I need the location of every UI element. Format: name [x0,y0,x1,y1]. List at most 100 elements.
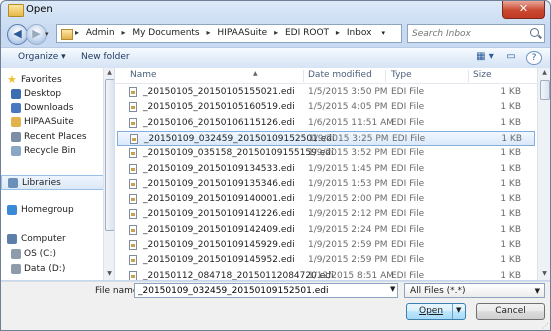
column-header-size[interactable]: Size [473,70,491,80]
column-divider[interactable] [468,70,469,82]
change-view-button[interactable]: ▦ ▾ [473,51,497,65]
back-button[interactable]: ◀ [7,24,28,45]
table-row[interactable]: _20150109_20150109141226.edi 1/9/2015 2:1… [117,207,535,222]
breadcrumb-admin[interactable]: Admin [86,28,115,38]
window-title: Open [26,4,53,15]
table-row[interactable]: _20150109_20150109140001.edi 1/9/2015 2:0… [117,192,535,207]
sidebar-item-label: HIPAASuite [24,117,74,127]
breadcrumb-separator-icon[interactable]: ▸ [75,28,79,37]
sidebar-item-drive-d[interactable]: Data (D:) [1,262,105,277]
table-row[interactable]: _20150112_084718_20150112084720.edi 1/12/… [117,269,535,280]
close-button[interactable]: ✕ [502,1,545,19]
file-list: Name ▲ Date modified Type Size ▲ ▼ _2015… [115,68,550,280]
sidebar-item-recycle-bin[interactable]: Recycle Bin [1,144,105,159]
sidebar-item-drive-c[interactable]: OS (C:) [1,247,105,262]
sidebar-item-desktop[interactable]: Desktop [1,87,105,102]
cell-date: 1/9/2015 2:24 PM [308,224,388,235]
column-header-type[interactable]: Type [391,70,412,80]
sidebar-item-folder[interactable]: HIPAASuite [1,115,105,130]
cell-date: 1/5/2015 3:50 PM [308,87,388,97]
sidebar-item-label: Libraries [22,178,61,188]
edi-file-icon [129,240,137,250]
sidebar-item-star[interactable]: ★ Favorites [1,73,105,88]
column-headers: Name ▲ Date modified Type Size [115,68,537,84]
scroll-up-icon[interactable]: ▲ [540,69,549,78]
sidebar-item-recent-places[interactable]: Recent Places [1,130,105,145]
scrollbar-thumb[interactable] [105,79,114,231]
breadcrumb-my-documents[interactable]: My Documents [132,28,199,38]
table-row[interactable]: _20150109_20150109142409.edi 1/9/2015 2:2… [117,223,535,238]
edi-file-icon [129,209,137,220]
cell-date: 1/9/2015 1:53 PM [308,178,388,189]
sidebar-item-computer[interactable]: Computer [1,232,105,247]
recycle-bin-icon [11,146,21,156]
sidebar-item-label: Favorites [21,75,62,85]
column-divider[interactable] [385,70,386,82]
breadcrumb-separator-icon[interactable]: ▸ [336,28,340,37]
table-row[interactable]: _20150106_20150106115126.edi 1/6/2015 11:… [117,116,535,131]
table-row[interactable]: _20150109_20150109135346.edi 1/9/2015 1:5… [117,177,535,192]
column-header-date[interactable]: Date modified [308,70,372,80]
search-icon[interactable] [530,28,539,37]
column-divider[interactable] [303,70,304,82]
file-name-input[interactable] [134,283,398,298]
scroll-down-icon[interactable]: ▼ [105,270,114,279]
help-button[interactable]: ? [526,51,542,65]
title-bar[interactable]: Open ✕ [1,1,550,19]
sidebar-item-homegroup[interactable]: Homegroup [1,203,105,218]
table-row[interactable]: _20150105_20150105160519.edi 1/5/2015 4:0… [117,100,535,115]
sidebar-item-libraries[interactable]: Libraries [1,175,105,190]
scrollbar-thumb[interactable] [540,80,550,100]
cell-type: EDI File [391,102,425,113]
breadcrumb-hipaasuite[interactable]: HIPAASuite [217,28,267,38]
edi-file-icon [129,255,137,266]
organize-button[interactable]: Organize ▾ [18,52,66,62]
star-icon: ★ [7,73,17,86]
breadcrumb-separator-icon[interactable]: ▸ [121,28,125,37]
cell-size: 1 KB [500,178,521,189]
search-input[interactable] [412,27,522,40]
column-header-name[interactable]: Name [130,70,157,80]
cell-size: 1 KB [500,148,521,159]
table-row[interactable]: _20150109_20150109145929.edi 1/9/2015 2:5… [117,238,535,253]
breadcrumb-separator-icon[interactable]: ▸ [274,28,278,37]
breadcrumb-separator-icon[interactable]: ▸ [207,28,211,37]
libraries-icon [8,178,18,188]
breadcrumb-inbox[interactable]: Inbox [347,28,372,38]
edi-file-icon [129,270,137,280]
open-split-divider [452,304,453,319]
file-type-select[interactable]: All Files (*.*) ▼ [404,283,545,298]
cell-name: _20150105_20150105155021.edi [143,87,295,97]
search-box[interactable] [407,24,545,43]
table-row[interactable]: _20150109_035158_20150109155159.edi 1/9/2… [117,146,535,161]
folder-icon [61,29,73,40]
new-folder-button[interactable]: New folder [81,52,130,62]
scroll-up-icon[interactable]: ▲ [105,69,114,78]
address-bar[interactable]: ▸ Admin ▸ My Documents ▸ HIPAASuite ▸ ED… [56,24,451,43]
table-row[interactable]: _20150109_032459_20150109152501.edi 1/9/2… [117,130,535,146]
open-options-dropdown-icon[interactable]: ▼ [456,306,461,314]
cancel-button[interactable]: Cancel [476,303,545,320]
cell-name: _20150109_20150109141226.edi [143,209,295,220]
forward-button[interactable]: ▶ [26,24,47,45]
cell-size: 1 KB [500,102,521,113]
table-row[interactable]: _20150109_20150109145952.edi 1/9/2015 2:5… [117,253,535,268]
resize-grip-icon[interactable]: ⋰ [542,322,549,330]
table-row[interactable]: _20150109_20150109134533.edi 1/9/2015 1:4… [117,162,535,177]
cell-date: 1/5/2015 4:05 PM [308,102,388,113]
navigation-scrollbar[interactable]: ▲ ▼ [103,68,114,280]
scroll-down-icon[interactable]: ▼ [540,270,549,279]
cell-date: 1/9/2015 3:25 PM [309,133,389,144]
breadcrumb-edi-root[interactable]: EDI ROOT [285,28,329,38]
file-name-dropdown-icon[interactable]: ▼ [390,285,395,293]
edi-file-icon [129,87,137,97]
table-row[interactable]: _20150105_20150105155021.edi 1/5/2015 3:5… [117,85,535,100]
sidebar-item-downloads[interactable]: Downloads [1,101,105,116]
recent-locations-dropdown-icon[interactable]: ▾ [45,30,49,38]
address-dropdown-icon[interactable]: ▾ [381,29,385,37]
cell-date: 1/9/2015 2:00 PM [308,194,388,205]
preview-pane-button[interactable]: ▭ [504,51,518,65]
file-list-scrollbar[interactable]: ▲ ▼ [537,68,550,280]
cell-type: EDI File [391,224,425,235]
cell-name: _20150109_20150109145929.edi [143,240,295,250]
